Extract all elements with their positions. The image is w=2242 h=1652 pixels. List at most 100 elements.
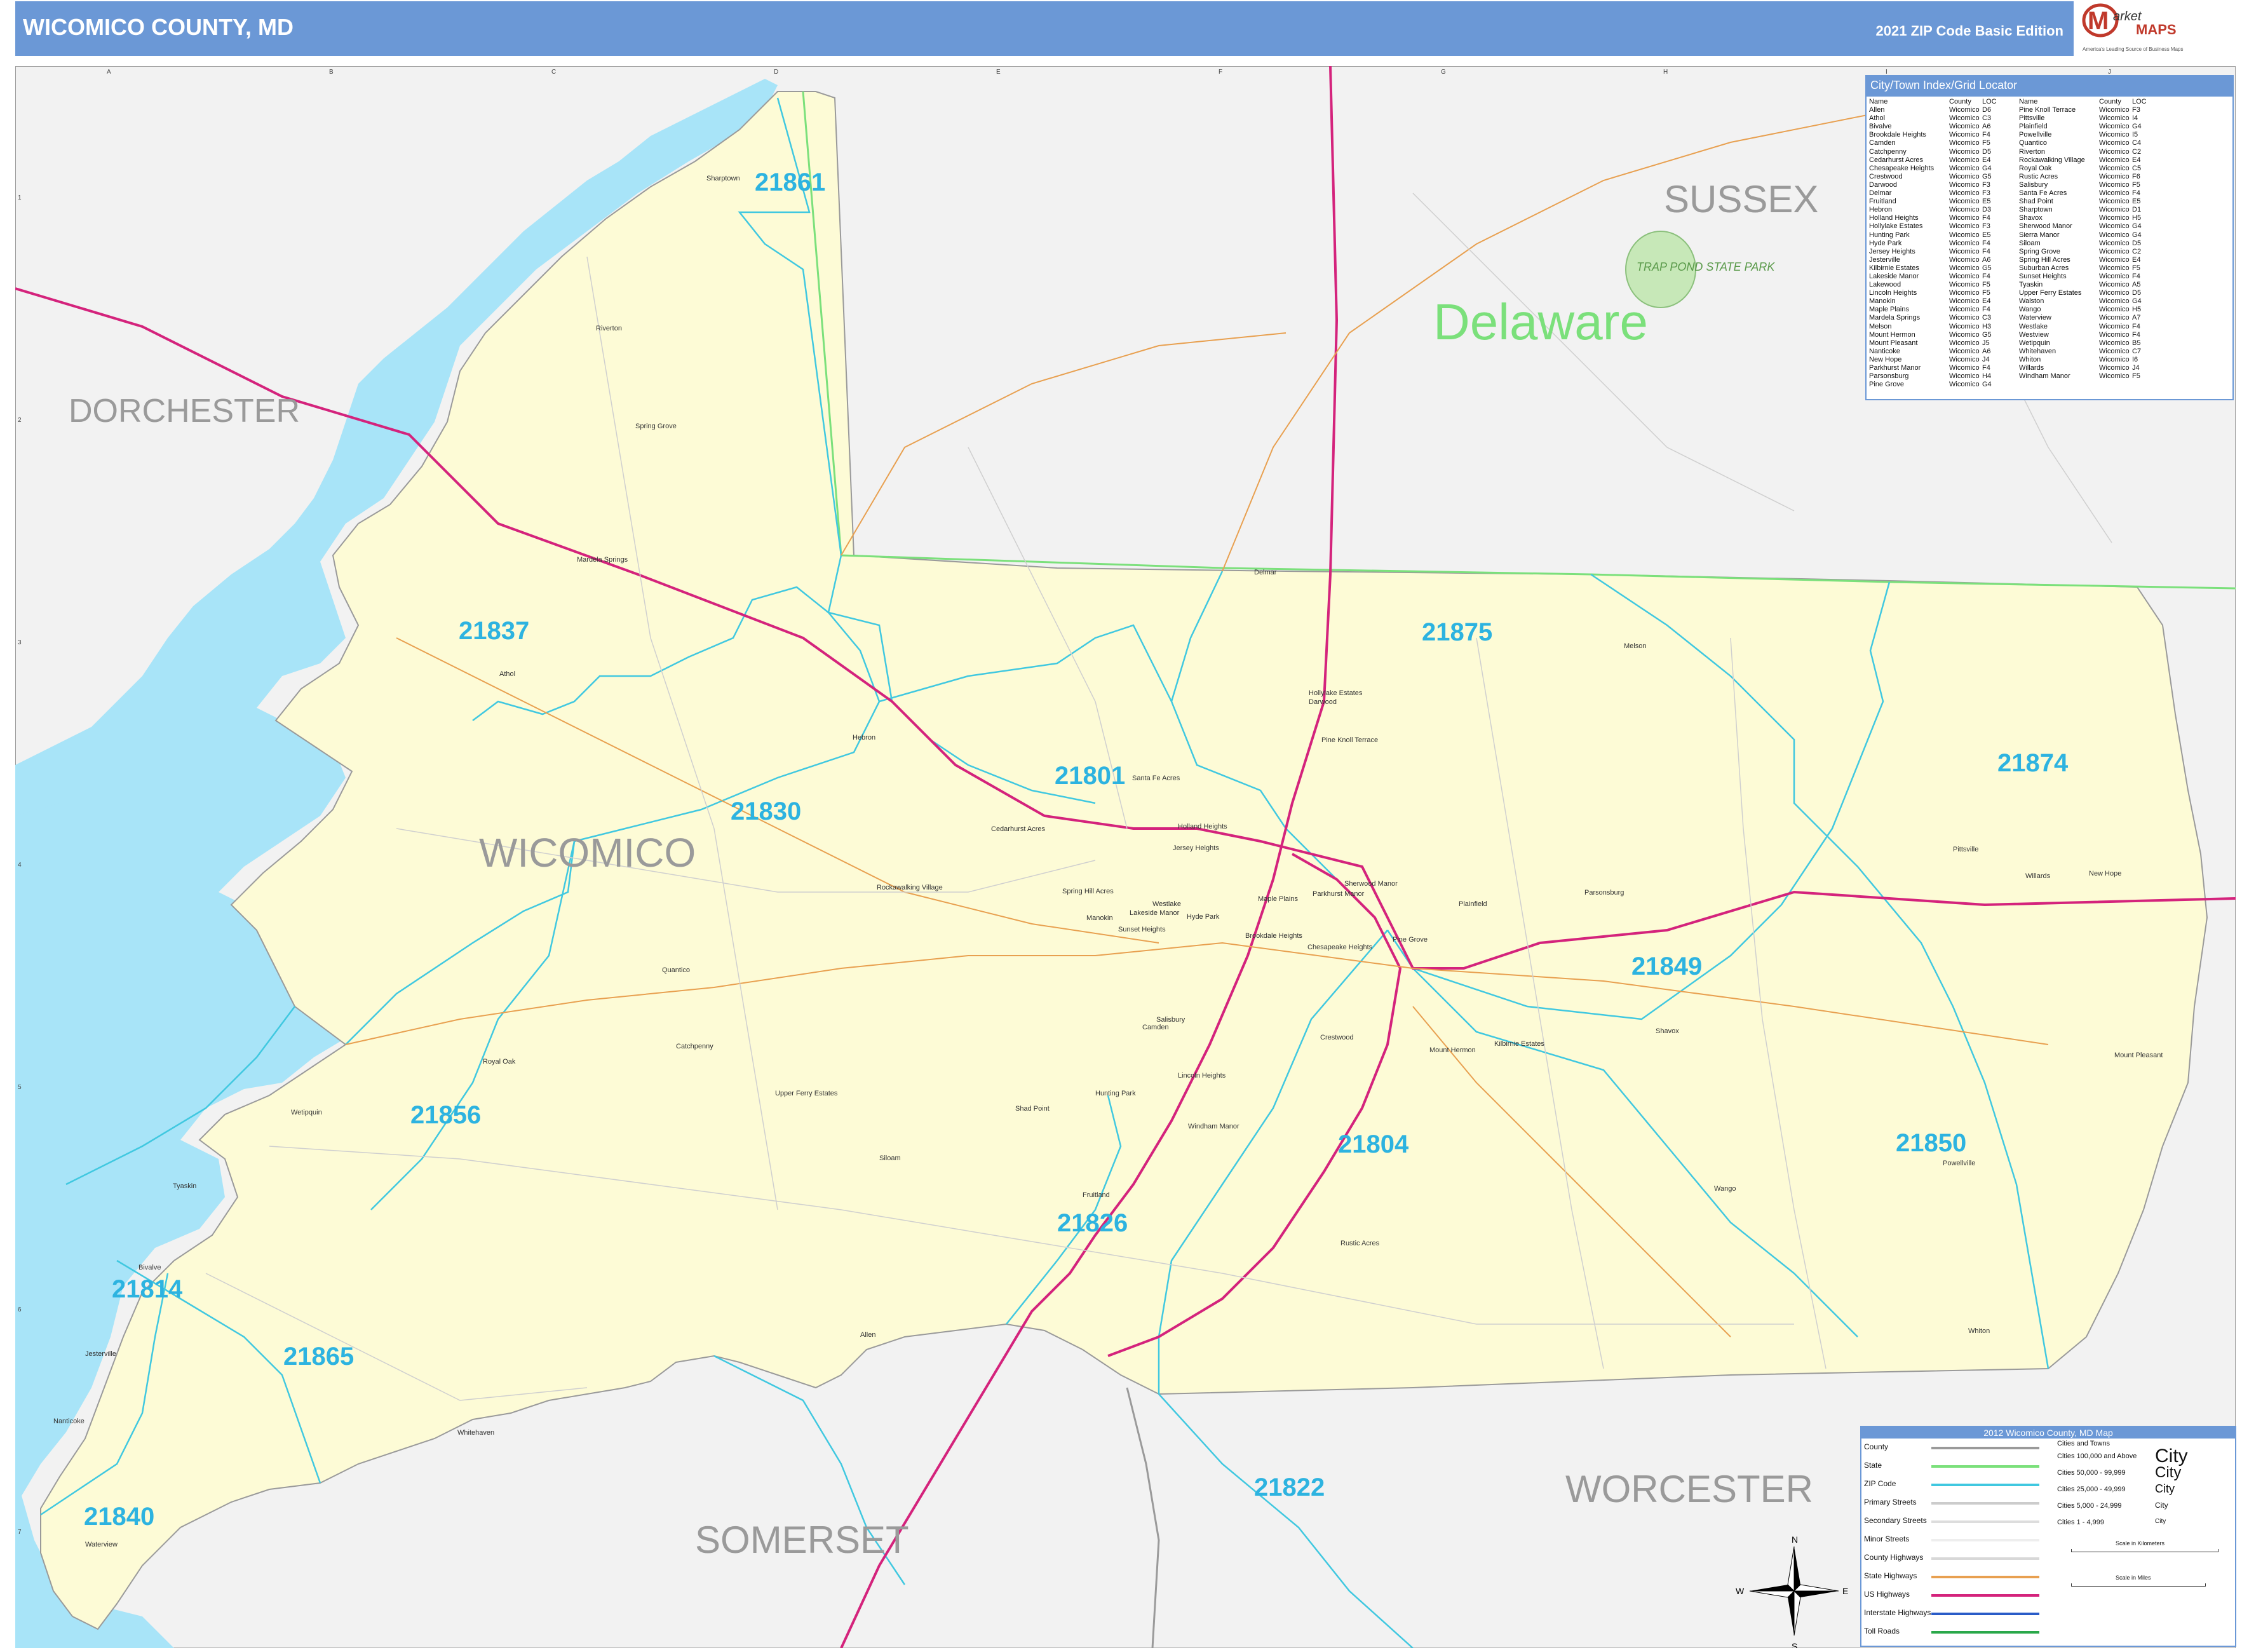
index-name: Hollylake Estates [1869,222,1923,231]
index-name: Bivalve [1869,123,1892,131]
label-delaware: Delaware [1433,294,1648,350]
index-name: Sherwood Manor [2019,222,2072,231]
place-label: Willards [2025,872,2051,880]
index-name: Windham Manor [2019,372,2070,381]
grid-row-7: 7 [18,1529,22,1536]
index-county: Wicomico [1949,255,1980,264]
label-somerset: SOMERSET [695,1519,909,1561]
index-county: Wicomico [2099,322,2130,330]
place-label: Pine Knoll Terrace [1321,736,1378,744]
index-row: Chesapeake Heights Wicomico G4 [1869,165,2000,173]
index-row: Lakeside Manor Wicomico F4 [1869,273,2000,281]
index-header-county: County [2099,98,2121,105]
index-loc: F4 [2132,272,2140,280]
place-label: Whiton [1968,1327,1990,1335]
index-loc: E5 [1982,231,1991,239]
index-county: Wicomico [1949,139,1980,147]
place-label: Kilbirnie Estates [1494,1040,1544,1048]
index-name: Fruitland [1869,198,1896,206]
index-name: Lakewood [1869,281,1901,289]
index-county: Wicomico [1949,106,1980,114]
index-name: Shavox [2019,214,2043,222]
index-header-row: Name County LOC [2019,98,2150,106]
index-name: Delmar [1869,189,1892,198]
city-size-sample: City [2155,1464,2182,1481]
place-label: Hyde Park [1187,913,1220,921]
zip-label: 21850 [1896,1129,1966,1157]
place-label: Tyaskin [173,1182,196,1190]
place-label: Sherwood Manor [1344,880,1398,888]
index-loc: F6 [2132,172,2140,180]
index-loc: F4 [1982,364,1990,372]
city-size-label: Cities 1 - 4,999 [2057,1519,2104,1526]
index-name: Jersey Heights [1869,247,1915,255]
index-name: Crestwood [1869,172,1903,180]
index-county: Wicomico [1949,264,1980,272]
index-name: Santa Fe Acres [2019,189,2067,198]
index-row: Fruitland Wicomico E5 [1869,198,2000,206]
index-row: Delmar Wicomico F3 [1869,189,2000,198]
legend-item-label: ZIP Code [1864,1479,1896,1488]
index-loc: C2 [2132,147,2142,156]
scale-mi-label: Scale in Miles [2116,1574,2151,1581]
legend-item-swatch [1931,1631,2039,1634]
index-header-loc: LOC [2132,98,2147,105]
index-county: Wicomico [2099,139,2130,147]
index-name: Salisbury [2019,180,2048,189]
legend-item-label: State [1864,1461,1882,1470]
index-loc: B5 [2132,339,2141,347]
place-label: Bivalve [138,1264,161,1271]
index-county: Wicomico [1949,297,1980,306]
index-county: Wicomico [2099,180,2130,189]
index-name: Tyaskin [2019,281,2043,289]
index-county: Wicomico [2099,264,2130,272]
place-label: Spring Grove [635,423,677,430]
place-label: Spring Hill Acres [1062,888,1114,895]
index-left-column: Name County LOC Allen Wicomico D6 Athol Wico… [1869,98,2000,389]
index-row: Cedarhurst Acres Wicomico E4 [1869,156,2000,165]
place-label: Hollylake Estates [1309,689,1363,697]
index-row: Quantico Wicomico C4 [2019,139,2150,147]
index-loc: F5 [1982,139,1990,147]
index-loc: F3 [1982,189,1990,198]
index-row: Lakewood Wicomico F5 [1869,281,2000,289]
index-row: Kilbirnie Estates Wicomico G5 [1869,264,2000,273]
legend-item-label: State Highways [1864,1571,1917,1580]
index-loc: H5 [2132,306,2142,314]
place-label: Wetipquin [291,1109,322,1116]
index-row: New Hope Wicomico J4 [1869,356,2000,364]
zip-label: 21837 [459,617,529,645]
index-loc: A5 [2132,281,2141,289]
place-label: Cedarhurst Acres [991,825,1045,833]
place-label: Hunting Park [1095,1090,1136,1097]
edition-label: 2021 ZIP Code Basic Edition [1875,23,2063,39]
index-name: Mardela Springs [1869,314,1921,322]
place-label: Sharptown [706,175,740,182]
index-name: Hebron [1869,206,1893,214]
index-loc: C5 [2132,164,2142,172]
place-label: Fruitland [1083,1191,1110,1199]
index-row: Camden Wicomico F5 [1869,139,2000,147]
grid-row-5: 5 [18,1084,22,1091]
index-name: Mount Pleasant [1869,339,1918,347]
index-loc: F4 [1982,247,1990,255]
index-loc: E4 [1982,297,1991,306]
zip-label: 21826 [1057,1209,1128,1237]
index-loc: I6 [2132,355,2138,363]
index-name: Hyde Park [1869,239,1902,247]
index-row: Pine Grove Wicomico G4 [1869,381,2000,389]
index-name: Manokin [1869,297,1896,306]
index-county: Wicomico [1949,289,1980,297]
index-loc: C2 [2132,247,2142,255]
index-row: Powellville Wicomico I5 [2019,131,2150,139]
index-loc: J4 [1982,355,1990,363]
index-name: Pittsville [2019,114,2045,123]
index-row: Shavox Wicomico H5 [2019,214,2150,222]
place-label: Catchpenny [676,1043,713,1050]
legend-item-swatch [1931,1465,2039,1468]
index-county: Wicomico [1949,306,1980,314]
index-county: Wicomico [1949,222,1980,231]
index-county: Wicomico [1949,281,1980,289]
index-loc: G4 [2132,123,2142,131]
place-label: Westlake [1152,900,1181,908]
